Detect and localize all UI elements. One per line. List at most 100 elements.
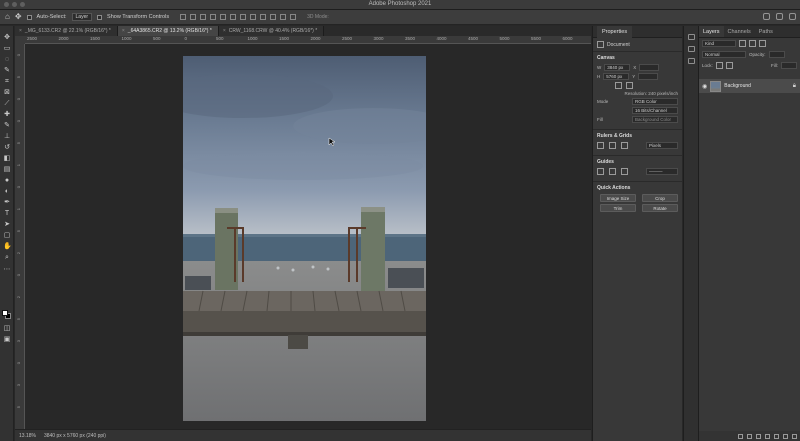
document-info[interactable]: 3840 px x 5760 px (240 ppi): [44, 433, 106, 439]
close-tab-icon[interactable]: ×: [122, 28, 125, 34]
lock-pixels-icon[interactable]: [715, 62, 723, 69]
document-tab-active[interactable]: × _64A3865.CR2 @ 13.2% (RGB/16*) *: [117, 26, 219, 36]
properties-tab[interactable]: Properties: [593, 26, 682, 38]
auto-select-checkbox[interactable]: [26, 14, 32, 20]
guides-layout-icon[interactable]: [621, 168, 628, 175]
rulers-grids-heading[interactable]: Rulers & Grids: [597, 133, 678, 139]
horizontal-ruler[interactable]: 2500 2000 1500 1000 500 0 500 1000 1500 2000 2500 3…: [25, 36, 591, 44]
vertical-ruler[interactable]: 05005101520253035: [15, 44, 25, 429]
close-tab-icon[interactable]: ×: [19, 28, 22, 34]
grid-settings-icon[interactable]: [621, 142, 628, 149]
fill-select[interactable]: Background Color: [632, 116, 678, 123]
align-bottom-icon[interactable]: [230, 14, 237, 20]
healing-brush-tool-icon[interactable]: ✚: [3, 111, 11, 119]
image-size-button[interactable]: Image Size: [600, 194, 636, 202]
distribute-bottom-icon[interactable]: [260, 14, 267, 20]
document-tab[interactable]: × CRW_1168.CRW @ 40.4% (RGB/16*) *: [218, 26, 325, 36]
trim-button[interactable]: Trim: [600, 204, 636, 212]
distribute-left-icon[interactable]: [270, 14, 277, 20]
filter-pixel-icon[interactable]: [739, 40, 746, 47]
marquee-tool-icon[interactable]: ▭: [3, 45, 11, 53]
link-layers-icon[interactable]: [738, 433, 743, 439]
workspace-icon[interactable]: [776, 13, 783, 20]
guide-style-select[interactable]: ———: [646, 168, 678, 175]
move-tool-icon[interactable]: ✥: [15, 13, 22, 21]
frame-tool-icon[interactable]: ⊠: [3, 89, 11, 97]
units-select[interactable]: Pixels: [646, 142, 678, 149]
beach-photo[interactable]: [183, 56, 426, 421]
gradient-tool-icon[interactable]: ▤: [3, 166, 11, 174]
x-field[interactable]: [639, 64, 660, 71]
ruler-toggle-icon[interactable]: [597, 142, 604, 149]
width-field[interactable]: 3840 px: [604, 64, 631, 71]
screen-mode-icon[interactable]: ▣: [3, 336, 11, 344]
history-panel-icon[interactable]: [688, 34, 695, 40]
shape-tool-icon[interactable]: ▢: [3, 232, 11, 240]
quick-select-tool-icon[interactable]: ✎: [3, 67, 11, 75]
auto-select-target-select[interactable]: Layer: [71, 13, 93, 21]
mode-select[interactable]: RGB Color: [632, 98, 678, 105]
portrait-orientation-icon[interactable]: [615, 82, 622, 89]
height-field[interactable]: 5760 px: [603, 73, 630, 80]
fill-field[interactable]: [781, 62, 797, 69]
ruler-corner[interactable]: [15, 36, 25, 44]
dodge-tool-icon[interactable]: ◐: [3, 188, 11, 196]
filter-type-icon[interactable]: [759, 40, 766, 47]
align-left-icon[interactable]: [180, 14, 187, 20]
crop-button[interactable]: Crop: [642, 194, 678, 202]
align-middle-icon[interactable]: [220, 14, 227, 20]
canvas-heading[interactable]: Canvas: [597, 55, 678, 61]
foreground-color-swatch[interactable]: [2, 310, 8, 316]
home-icon[interactable]: ⌂: [5, 13, 10, 21]
grid-toggle-icon[interactable]: [609, 142, 616, 149]
adjustment-layer-icon[interactable]: [765, 433, 770, 439]
blur-tool-icon[interactable]: ●: [3, 177, 11, 185]
channels-tab[interactable]: Channels: [724, 26, 755, 37]
rotate-button[interactable]: Rotate: [642, 204, 678, 212]
brush-tool-icon[interactable]: ✎: [3, 122, 11, 130]
more-tools-icon[interactable]: ⋯: [3, 266, 11, 274]
zoom-tool-icon[interactable]: ⌕: [3, 254, 11, 262]
guides-lock-icon[interactable]: [609, 168, 616, 175]
landscape-orientation-icon[interactable]: [626, 82, 633, 89]
y-field[interactable]: [638, 73, 659, 80]
align-top-icon[interactable]: [210, 14, 217, 20]
paths-tab[interactable]: Paths: [755, 26, 777, 37]
document-canvas[interactable]: [26, 44, 591, 429]
quick-mask-icon[interactable]: ◫: [3, 325, 11, 333]
new-layer-icon[interactable]: [783, 433, 788, 439]
distribute-top-icon[interactable]: [240, 14, 247, 20]
distribute-middle-icon[interactable]: [250, 14, 257, 20]
guides-heading[interactable]: Guides: [597, 159, 678, 165]
layer-name[interactable]: Background: [724, 83, 751, 89]
libraries-panel-icon[interactable]: [688, 58, 695, 64]
layer-thumbnail[interactable]: [710, 80, 722, 92]
guides-toggle-icon[interactable]: [597, 168, 604, 175]
clone-stamp-tool-icon[interactable]: ⊥: [3, 133, 11, 141]
transform-controls-checkbox[interactable]: [97, 14, 103, 20]
move-tool-icon[interactable]: ✥: [3, 34, 11, 42]
align-center-icon[interactable]: [190, 14, 197, 20]
eraser-tool-icon[interactable]: ◧: [3, 155, 11, 163]
lock-position-icon[interactable]: [725, 62, 733, 69]
align-right-icon[interactable]: [200, 14, 207, 20]
document-tab[interactable]: × _MG_6133.CR2 @ 22.1% (RGB/16*) *: [15, 26, 118, 36]
distribute-right-icon[interactable]: [290, 14, 297, 20]
path-selection-tool-icon[interactable]: ➤: [3, 221, 11, 229]
adjustments-panel-icon[interactable]: [688, 46, 695, 52]
delete-layer-icon[interactable]: [792, 433, 797, 439]
zoom-level[interactable]: 13.18%: [19, 433, 36, 439]
layer-lock-icon[interactable]: 🔒︎: [793, 83, 796, 90]
distribute-center-icon[interactable]: [280, 14, 287, 20]
layer-style-icon[interactable]: [747, 433, 752, 439]
opacity-field[interactable]: [768, 51, 785, 58]
new-group-icon[interactable]: [774, 433, 779, 439]
bit-depth-select[interactable]: 16 Bits/Channel: [632, 107, 678, 114]
hand-tool-icon[interactable]: ✋: [3, 243, 12, 251]
crop-tool-icon[interactable]: ⌗: [3, 78, 11, 86]
eyedropper-tool-icon[interactable]: ⟋: [3, 100, 11, 108]
add-mask-icon[interactable]: [756, 433, 761, 439]
visibility-eye-icon[interactable]: ◉: [702, 83, 707, 90]
history-brush-tool-icon[interactable]: ↺: [3, 144, 11, 152]
quick-actions-heading[interactable]: Quick Actions: [597, 185, 678, 191]
